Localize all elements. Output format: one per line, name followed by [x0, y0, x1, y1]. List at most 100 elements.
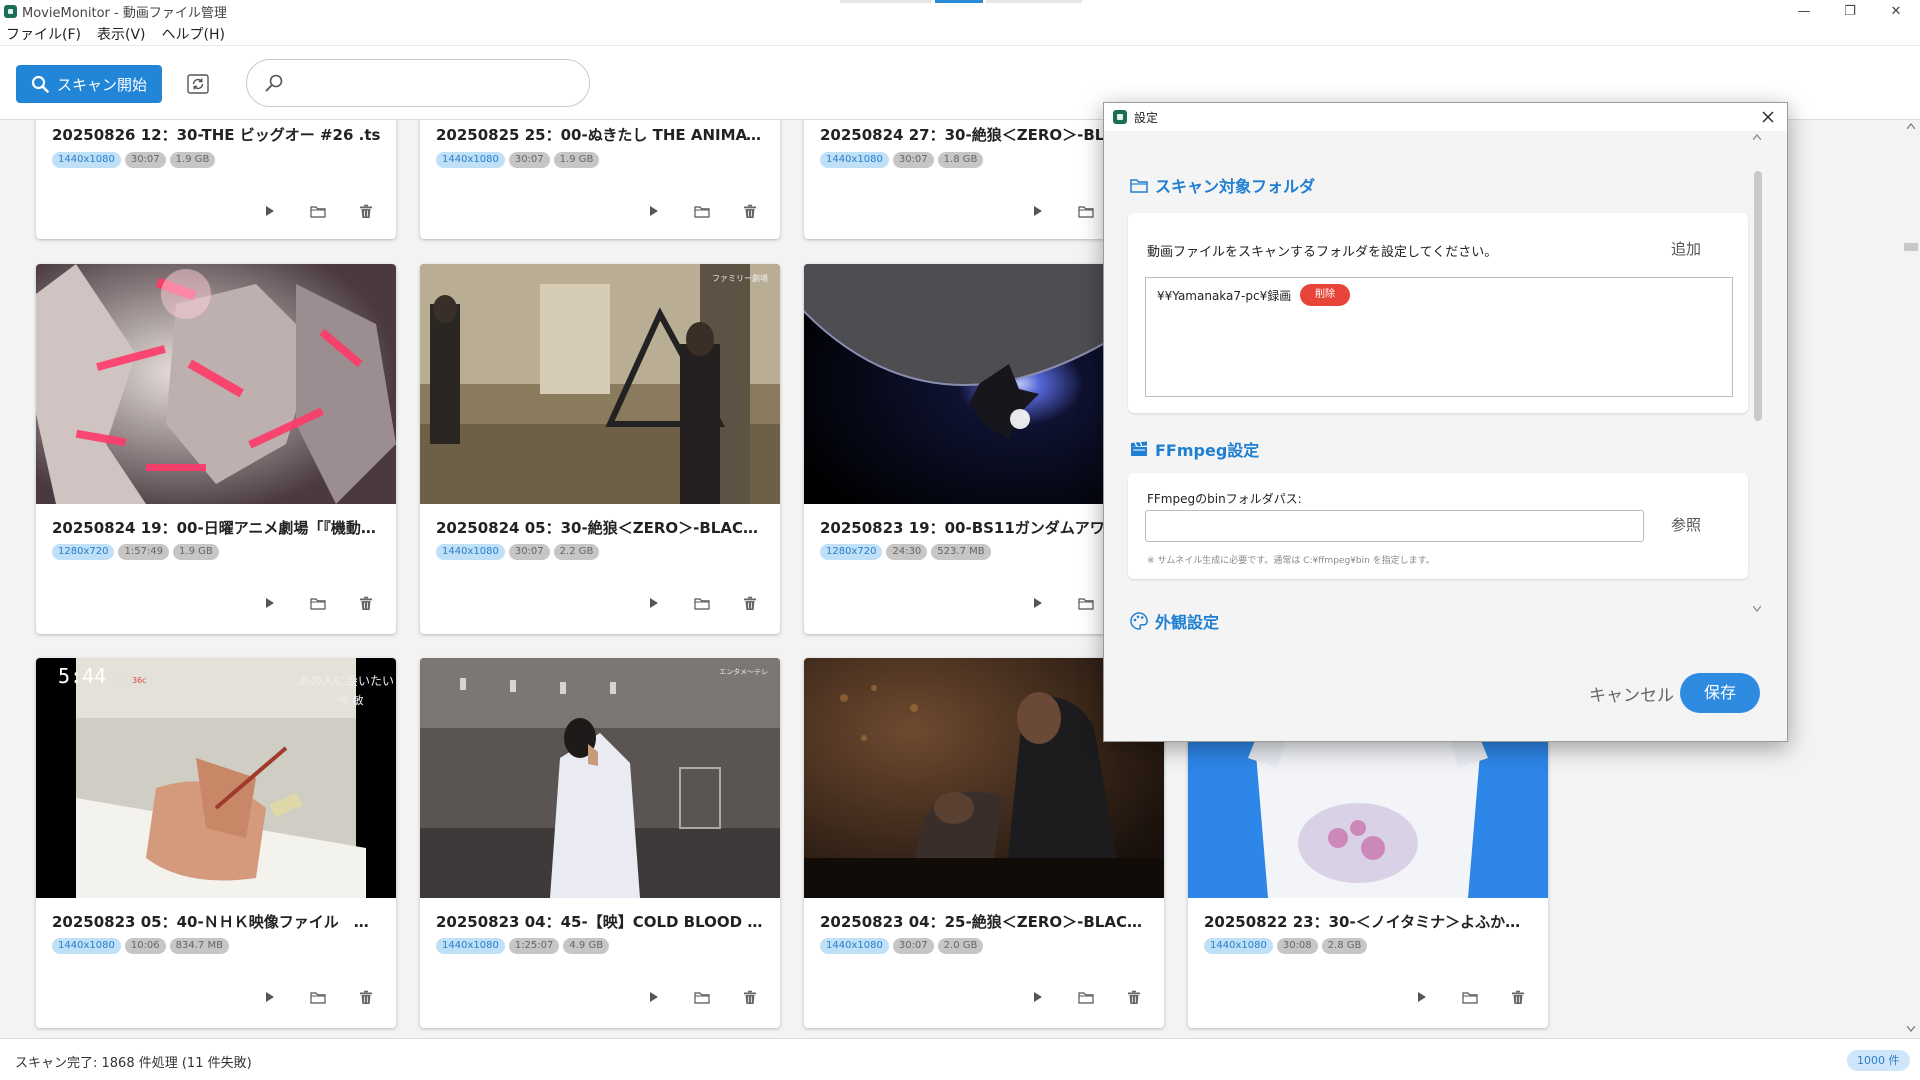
card-actions — [1386, 986, 1530, 1008]
folder-icon — [310, 991, 326, 1004]
card-actions — [234, 592, 378, 614]
folder-icon — [1078, 597, 1094, 610]
cancel-button[interactable]: キャンセル — [1589, 681, 1674, 706]
ffmpeg-heading-text: FFmpeg設定 — [1155, 441, 1260, 460]
ffmpeg-path-input[interactable] — [1145, 510, 1644, 542]
play-button[interactable] — [642, 592, 666, 614]
dialog-scrollbar-thumb[interactable] — [1754, 171, 1762, 421]
play-button[interactable] — [258, 200, 282, 222]
folder-icon — [310, 597, 326, 610]
menu-file[interactable]: ファイル(F) — [6, 24, 81, 44]
minimize-button[interactable]: — — [1781, 0, 1827, 22]
video-badges: 1280x720 1:57:49 1.9 GB — [52, 544, 223, 560]
play-button[interactable] — [1410, 986, 1434, 1008]
trash-icon — [360, 204, 372, 218]
video-title: 20250823 05：40-ＮＨＫ映像ファイル あの… — [52, 913, 382, 931]
folder-list[interactable]: ¥¥Yamanaka7-pc¥録画 削除 — [1145, 277, 1733, 397]
resolution-badge: 1280x720 — [52, 544, 115, 560]
play-icon — [1034, 598, 1042, 608]
search-box[interactable] — [246, 59, 590, 107]
save-button[interactable]: 保存 — [1680, 673, 1760, 713]
video-card[interactable]: 5:44 大阪 36c あの人に会いたい 今 敏 20250823 05：40-… — [36, 658, 396, 1028]
resolution-badge: 1440x1080 — [820, 152, 889, 168]
video-card[interactable]: 20250825 25：00-ぬきたし THE ANIMATIO… 1440x1… — [420, 120, 780, 239]
card-actions — [234, 986, 378, 1008]
delete-button[interactable] — [1122, 986, 1146, 1008]
video-card[interactable]: 20250824 19：00-日曜アニメ劇場「『機動戦… 1280x720 1:… — [36, 264, 396, 634]
open-folder-button[interactable] — [690, 986, 714, 1008]
card-actions — [1002, 986, 1146, 1008]
main-scrollbar[interactable] — [1902, 120, 1920, 1038]
menu-view[interactable]: 表示(V) — [97, 24, 146, 44]
close-window-button[interactable]: ✕ — [1873, 0, 1919, 22]
delete-button[interactable] — [354, 200, 378, 222]
main-scrollbar-thumb[interactable] — [1904, 243, 1918, 251]
resolution-badge: 1440x1080 — [820, 938, 889, 954]
open-folder-button[interactable] — [690, 200, 714, 222]
folder-icon — [1078, 205, 1094, 218]
open-folder-button[interactable] — [306, 986, 330, 1008]
menu-help[interactable]: ヘルプ(H) — [162, 24, 225, 44]
folder-icon — [694, 597, 710, 610]
video-card[interactable]: エンタメ～テレ 20250823 04：45-【映】COLD BLOOD 三つ…… — [420, 658, 780, 1028]
delete-button[interactable] — [738, 200, 762, 222]
search-icon — [265, 74, 283, 92]
tab-indicator-active — [935, 0, 983, 3]
delete-button[interactable] — [354, 592, 378, 614]
video-thumbnail[interactable] — [36, 264, 396, 504]
play-icon — [1034, 992, 1042, 1002]
thumbnail-image — [420, 658, 780, 898]
scan-start-button[interactable]: スキャン開始 — [16, 65, 162, 103]
delete-button[interactable] — [738, 592, 762, 614]
search-input[interactable] — [297, 70, 577, 98]
size-badge: 4.9 GB — [563, 938, 610, 954]
browse-button[interactable]: 参照 — [1671, 514, 1701, 535]
open-folder-button[interactable] — [1074, 200, 1098, 222]
size-badge: 1.9 GB — [169, 152, 216, 168]
play-button[interactable] — [642, 200, 666, 222]
video-title: 20250824 05：30-絶狼＜ZERO＞-BLACK BL… — [436, 519, 766, 537]
video-thumbnail[interactable]: 5:44 大阪 36c あの人に会いたい 今 敏 — [36, 658, 396, 898]
scroll-down-icon — [1907, 1026, 1915, 1032]
open-folder-button[interactable] — [306, 200, 330, 222]
card-actions — [618, 592, 762, 614]
delete-button[interactable] — [738, 986, 762, 1008]
play-button[interactable] — [1026, 592, 1050, 614]
video-title: 20250822 23：30-＜ノイタミナ＞よふかしの… — [1204, 913, 1534, 931]
video-thumbnail[interactable]: ファミリー劇場 — [420, 264, 780, 504]
play-button[interactable] — [642, 986, 666, 1008]
play-button[interactable] — [1026, 986, 1050, 1008]
dialog-close-button[interactable] — [1759, 108, 1777, 126]
play-button[interactable] — [1026, 200, 1050, 222]
video-badges: 1440x1080 30:07 1.8 GB — [820, 152, 987, 168]
video-badges: 1440x1080 30:07 2.0 GB — [820, 938, 987, 954]
trash-icon — [744, 596, 756, 610]
tab-indicator — [840, 0, 932, 3]
open-folder-button[interactable] — [690, 592, 714, 614]
scan-folder-description: 動画ファイルをスキャンするフォルダを設定してください。 — [1147, 245, 1498, 260]
thumbnail-image — [420, 264, 780, 504]
dialog-body: スキャン対象フォルダ 動画ファイルをスキャンするフォルダを設定してください。 追… — [1104, 131, 1787, 641]
video-card[interactable]: 20250826 12：30-THE ビッグオー #26 .ts 1440x10… — [36, 120, 396, 239]
delete-button[interactable] — [1506, 986, 1530, 1008]
window-title: MovieMonitor - 動画ファイル管理 — [22, 5, 227, 21]
add-folder-button[interactable]: 追加 — [1671, 238, 1701, 259]
refresh-button[interactable] — [184, 70, 212, 98]
play-button[interactable] — [258, 986, 282, 1008]
delete-button[interactable] — [354, 986, 378, 1008]
open-folder-button[interactable] — [1458, 986, 1482, 1008]
play-button[interactable] — [258, 592, 282, 614]
duration-badge: 24:30 — [886, 544, 928, 560]
play-icon — [1034, 206, 1042, 216]
video-thumbnail[interactable]: エンタメ～テレ — [420, 658, 780, 898]
folder-icon — [310, 205, 326, 218]
open-folder-button[interactable] — [1074, 986, 1098, 1008]
open-folder-button[interactable] — [306, 592, 330, 614]
close-icon — [1762, 111, 1774, 123]
open-folder-button[interactable] — [1074, 592, 1098, 614]
maximize-button[interactable]: ❐ — [1827, 0, 1873, 22]
remove-folder-button[interactable]: 削除 — [1300, 284, 1350, 306]
video-card[interactable]: ファミリー劇場 20250824 05：30-絶狼＜ZERO＞-BLACK BL… — [420, 264, 780, 634]
video-badges: 1440x1080 1:25:07 4.9 GB — [436, 938, 613, 954]
scan-start-label: スキャン開始 — [56, 75, 147, 94]
